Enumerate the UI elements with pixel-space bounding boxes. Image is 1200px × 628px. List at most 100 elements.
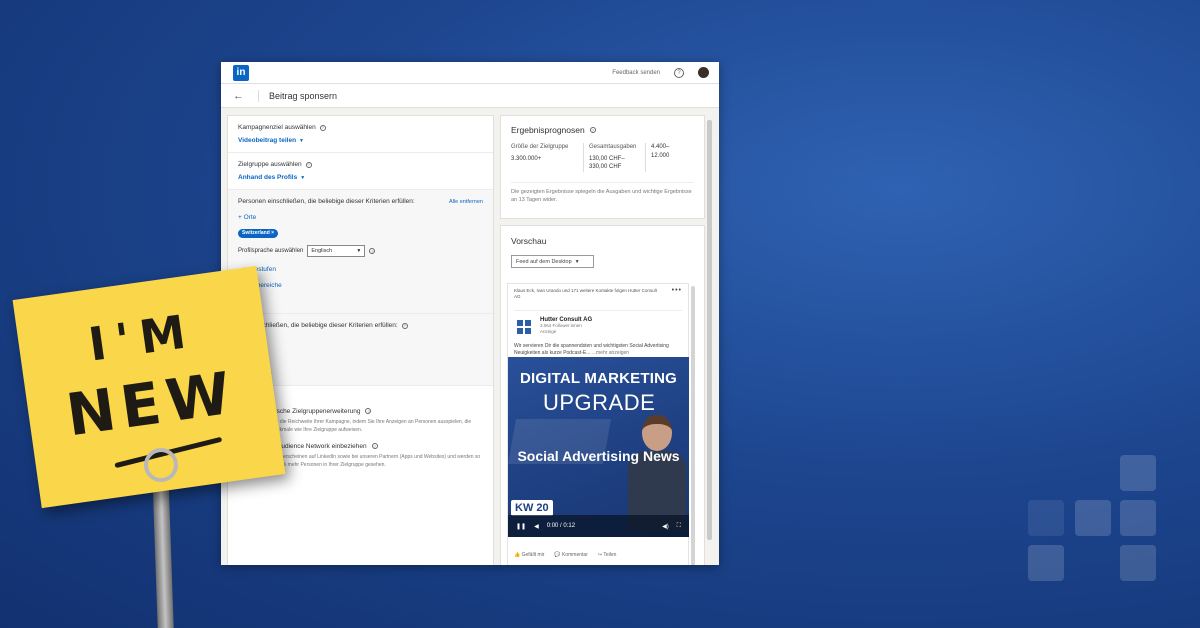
preview-title: Vorschau	[511, 236, 547, 246]
criteria-link[interactable]: ...merestufen	[238, 266, 483, 273]
expansion-description: Erhöhen Sie die Reichweite Ihrer Kampagn…	[251, 419, 472, 433]
company-header: Hutter Consult AG 3.064 Follower:innen A…	[514, 309, 682, 337]
results-range-value: 4.400– 12.000	[651, 144, 670, 159]
social-context: Klaus Eck, Ivan Urando und 171 weitere K…	[514, 288, 657, 300]
criteria-link[interactable]: ...chen	[238, 298, 483, 305]
criteria-link[interactable]: ...sbereiche	[238, 370, 483, 377]
week-badge: KW 20	[511, 500, 553, 516]
info-icon[interactable]: ?	[371, 443, 378, 449]
forecast-grid: Größe der Zielgruppe 3.300.000+ Gesamtau…	[511, 143, 694, 173]
info-icon[interactable]: ?	[401, 322, 408, 329]
company-name[interactable]: Hutter Consult AG	[540, 317, 592, 323]
linkedin-logo[interactable]: in	[233, 64, 249, 81]
exclude-criteria-label: ...n ausschließen, die beliebige dieser …	[238, 322, 398, 329]
expansion-row: Automatische Zielgruppenerweiterung ?	[238, 407, 483, 415]
chevron-down-icon: ▼	[299, 137, 304, 144]
clip-stick	[151, 459, 175, 628]
include-criteria-label: Personen einschließen, die beliebige die…	[238, 198, 415, 205]
info-icon[interactable]: ?	[319, 124, 326, 131]
feedback-link[interactable]: Feedback senden	[612, 70, 660, 76]
divider	[258, 89, 259, 102]
post-body: Wir servieren Dir die spannendsten und w…	[514, 342, 669, 357]
language-select[interactable]: Englisch ▼	[307, 245, 366, 257]
language-row: Profilsprache auswählen Englisch ▼ ?	[238, 245, 483, 257]
audience-section: Zielgruppe auswählen? Anhand des Profils…	[228, 153, 493, 190]
location-chip-switzerland[interactable]: Switzerland ×	[238, 228, 279, 238]
background-tile	[1120, 545, 1156, 581]
page-title: Beitrag sponsern	[269, 90, 338, 101]
ad-label: Anzeige	[540, 328, 557, 334]
volume-icon[interactable]: ◀)	[662, 523, 669, 530]
campaign-goal-dropdown[interactable]: Videobeitrag teilen ▼	[238, 137, 483, 144]
preview-format-dropdown[interactable]: Feed auf dem Desktop ▼	[511, 255, 594, 268]
network-row: ✓ LinkedIn Audience Network einbeziehen …	[238, 442, 483, 450]
forecast-title: Ergebnisprognosen	[511, 125, 585, 135]
chevron-down-icon: ▼	[574, 258, 580, 265]
fullscreen-icon[interactable]: ⛶	[677, 523, 681, 530]
add-locations-link[interactable]: + Orte	[238, 214, 483, 221]
background-tile	[1028, 545, 1064, 581]
background-tile	[1075, 500, 1111, 536]
comment-button[interactable]: 💬 Kommentar	[554, 552, 587, 558]
main-scrollbar[interactable]	[707, 120, 712, 540]
exclude-criteria-section: ...n ausschließen, die beliebige dieser …	[228, 314, 493, 386]
linkedin-campaign-window: in Feedback senden ? ← Beitrag sponsern …	[221, 62, 719, 565]
clip-ring	[144, 448, 178, 482]
network-label: LinkedIn Audience Network einbeziehen	[251, 442, 367, 450]
post-scrollbar[interactable]	[691, 286, 695, 565]
avatar[interactable]	[698, 67, 709, 78]
forecast-note: Die gezeigten Ergebnisse spiegeln die Au…	[511, 182, 694, 205]
info-icon[interactable]: ?	[305, 161, 312, 168]
like-button[interactable]: 👍 Gefällt mir	[514, 552, 544, 558]
audience-dropdown[interactable]: Anhand des Profils ▼	[238, 174, 483, 181]
forecast-panel: Ergebnisprognosen? Größe der Zielgruppe …	[500, 115, 705, 219]
chevron-down-icon: ▼	[356, 248, 362, 254]
campaign-goal-section: Kampagnenziel auswählen? Videobeitrag te…	[228, 116, 493, 153]
spend-label: Gesamtausgaben	[589, 144, 637, 150]
share-button[interactable]: ↪ Teilen	[598, 552, 617, 558]
video-title-line2: UPGRADE	[543, 390, 656, 415]
background-tile	[1120, 455, 1156, 491]
campaign-settings-panel: Kampagnenziel auswählen? Videobeitrag te…	[227, 115, 494, 565]
top-bar: in Feedback senden ?	[221, 62, 719, 84]
info-icon[interactable]: ?	[365, 408, 372, 414]
help-icon[interactable]: ?	[674, 67, 684, 78]
show-more-link[interactable]: ...mehr anzeigen	[592, 350, 629, 356]
network-description: Ihre Anzeigen erscheinen auf LinkedIn so…	[251, 454, 481, 468]
audience-size-label: Größe der Zielgruppe	[511, 144, 569, 150]
expansion-label: Automatische Zielgruppenerweiterung	[251, 407, 361, 415]
video-title-line3: Social Advertising News	[517, 448, 680, 464]
criteria-link[interactable]: ...keitsbereiche	[238, 282, 483, 289]
info-icon[interactable]: ?	[589, 127, 596, 133]
chevron-down-icon: ▼	[300, 174, 306, 181]
remove-all-link[interactable]: Alle entfernen	[449, 199, 483, 205]
video-time: 0:00 / 0:12	[546, 523, 576, 529]
company-logo	[514, 317, 534, 337]
criteria-link[interactable]: ...men	[238, 338, 483, 345]
network-checkbox[interactable]: ✓	[238, 442, 246, 450]
video-player[interactable]: DIGITAL MARKETING UPGRADE Social Adverti…	[508, 357, 689, 537]
pause-icon[interactable]: ❚❚	[516, 523, 526, 530]
preview-panel: Vorschau Feed auf dem Desktop ▼ Klaus Eck…	[500, 225, 705, 565]
spend-value: 130,00 CHF– 330,00 CHF	[589, 155, 625, 171]
language-label: Profilsprache auswählen	[238, 248, 304, 254]
page-header: ← Beitrag sponsern	[221, 84, 719, 108]
criteria-link[interactable]: ...stufen	[238, 354, 483, 361]
reaction-bar: 👍 Gefällt mir 💬 Kommentar ↪ Teilen	[514, 552, 616, 558]
expansion-checkbox[interactable]	[238, 407, 246, 415]
more-options-icon[interactable]: •••	[672, 287, 682, 294]
options-toggle[interactable]: ...ptionen ^	[238, 394, 483, 401]
include-criteria-section: Personen einschließen, die beliebige die…	[228, 190, 493, 314]
background-tile	[1120, 500, 1156, 536]
info-icon[interactable]: ?	[369, 248, 376, 254]
sticky-note-underline	[114, 436, 223, 469]
audience-label: Zielgruppe auswählen	[238, 161, 302, 168]
video-controls: ❚❚ ◀ 0:00 / 0:12 ◀) ⛶	[508, 515, 689, 537]
options-section: ...ptionen ^ Automatische Zielgruppenerw…	[228, 386, 493, 477]
campaign-goal-label: Kampagnenziel auswählen	[238, 124, 316, 131]
skip-back-icon[interactable]: ◀	[534, 523, 539, 530]
back-arrow-icon[interactable]: ←	[233, 90, 244, 102]
ad-preview-post: Klaus Eck, Ivan Urando und 171 weitere K…	[507, 283, 689, 565]
audience-size-value: 3.300.000+	[511, 155, 542, 162]
video-title-line1: DIGITAL MARKETING	[520, 370, 678, 387]
